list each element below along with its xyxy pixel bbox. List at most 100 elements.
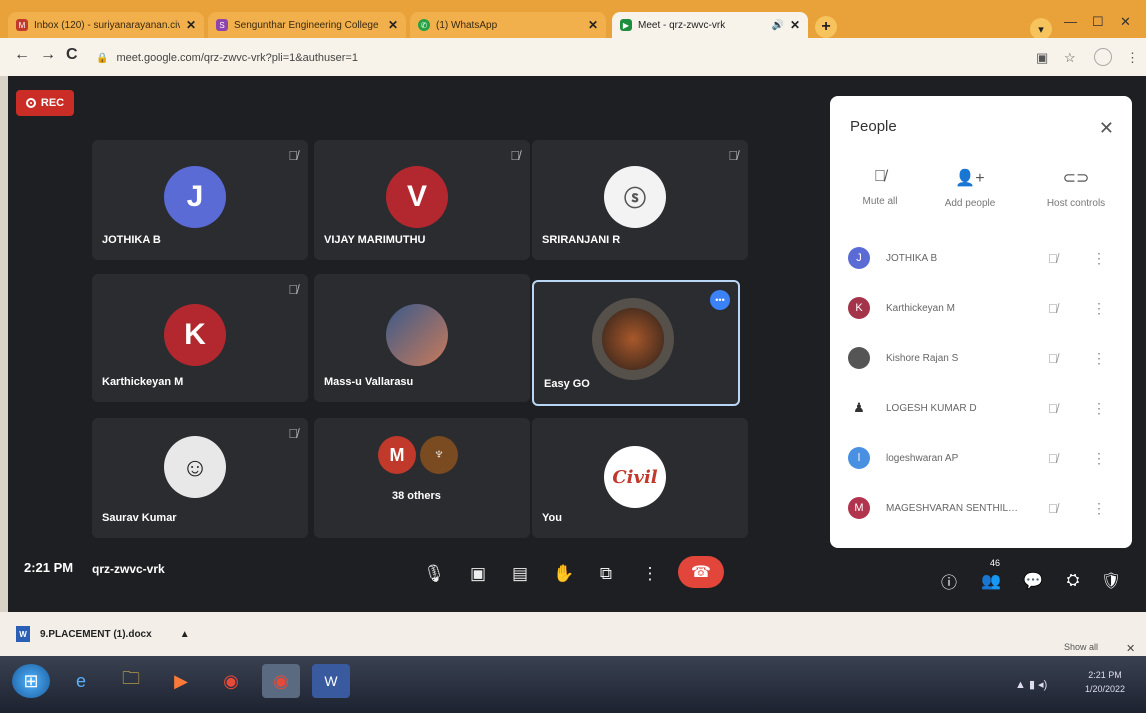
clock-time: 2:21 PM [1088, 670, 1122, 680]
bookmark-star-icon[interactable]: ☆ [1064, 50, 1076, 66]
tab-college[interactable]: S Sengunthar Engineering College ✕ [208, 12, 406, 38]
speaking-indicator-icon: ••• [710, 290, 730, 310]
camera-icon[interactable]: ▣ [462, 558, 494, 590]
avatar: M [378, 436, 416, 474]
participant-tile[interactable]: ⓢ 🎙̸ SRIRANJANI R [532, 140, 748, 260]
panel-title: People [850, 118, 897, 135]
host-controls-button[interactable]: ⊂⊃ Host controls [1026, 168, 1126, 209]
participant-name: SRIRANJANI R [542, 234, 621, 246]
more-options-icon[interactable]: ⋮ [1092, 450, 1106, 467]
participant-row[interactable]: M MAGESHVARAN SENTHIL… 🎙̸ ⋮ [848, 488, 1118, 528]
close-icon[interactable]: ✕ [1126, 642, 1135, 655]
raise-hand-icon[interactable]: ✋ [548, 558, 580, 590]
tab-search-icon[interactable]: ▾ [1030, 18, 1052, 40]
lock-icon[interactable]: 🔒 [96, 53, 108, 64]
tab-inbox[interactable]: M Inbox (120) - suriyanarayanan.civil@gm… [8, 12, 204, 38]
activities-icon[interactable]: ⛭ [1058, 566, 1088, 596]
add-people-button[interactable]: 👤+ Add people [920, 168, 1020, 209]
microphone-icon[interactable]: 🎙 [418, 558, 450, 590]
present-screen-icon[interactable]: ⧉ [590, 558, 622, 590]
mic-off-icon[interactable]: 🎙̸ [1048, 301, 1058, 316]
tab-meet[interactable]: ▶ Meet - qrz-zwvc-vrk 🔊 ✕ [612, 12, 808, 38]
chrome-icon[interactable]: ◉ [212, 664, 250, 698]
chat-icon[interactable]: 💬 [1018, 566, 1048, 596]
participant-row[interactable]: l logeshwaran AP 🎙̸ ⋮ [848, 438, 1118, 478]
media-player-icon[interactable]: ▶ [162, 664, 200, 698]
add-person-icon: 👤+ [955, 170, 985, 187]
tab-whatsapp[interactable]: ✆ (1) WhatsApp ✕ [410, 12, 606, 38]
profile-icon[interactable] [1094, 48, 1112, 66]
chevron-up-icon[interactable]: ▲ [180, 629, 190, 640]
mic-off-icon: 🎙̸ [874, 168, 886, 185]
participant-name: Mass-u Vallarasu [324, 376, 414, 388]
kebab-menu-icon[interactable]: ⋮ [1126, 50, 1139, 66]
internet-explorer-icon[interactable]: e [62, 664, 100, 698]
forward-icon[interactable]: → [40, 46, 56, 64]
participant-tile[interactable]: K 🎙̸ Karthickeyan M [92, 274, 308, 402]
browser-tab-strip: M Inbox (120) - suriyanarayanan.civil@gm… [0, 0, 1146, 40]
participant-tile[interactable]: Mass-u Vallarasu [314, 274, 530, 402]
window-close-icon[interactable]: ✕ [1120, 14, 1131, 30]
app-icon[interactable]: W [312, 664, 350, 698]
new-tab-button[interactable]: + [815, 16, 837, 38]
close-icon[interactable]: ✕ [1099, 118, 1114, 139]
mic-off-icon: 🎙̸ [288, 148, 298, 163]
more-options-icon[interactable]: ⋮ [1092, 350, 1106, 367]
avatar-photo: ☺ [164, 436, 226, 498]
camera-permission-icon[interactable]: ▣ [1036, 50, 1048, 66]
download-item[interactable]: W 9.PLACEMENT (1).docx ▲ [16, 622, 190, 646]
minimize-icon[interactable]: — [1064, 14, 1077, 29]
mute-all-button[interactable]: 🎙̸ Mute all [830, 168, 930, 207]
url-field[interactable]: 🔒 meet.google.com/qrz-zwvc-vrk?pli=1&aut… [96, 47, 1016, 69]
participant-tile[interactable]: ☺ 🎙̸ Saurav Kumar [92, 418, 308, 538]
others-count: 38 others [392, 490, 441, 502]
more-options-icon[interactable]: ⋮ [1092, 250, 1106, 267]
close-icon[interactable]: ✕ [388, 18, 398, 32]
start-button-icon[interactable]: ⊞ [12, 664, 50, 698]
taskbar-clock[interactable]: 2:21 PM 1/20/2022 [1085, 668, 1125, 696]
close-icon[interactable]: ✕ [186, 18, 196, 32]
audio-icon[interactable]: 🔊 [771, 20, 783, 31]
clock-time: 2:21 PM [24, 560, 74, 575]
others-tile[interactable]: M ♆ 38 others [314, 418, 530, 538]
mic-off-icon[interactable]: 🎙̸ [1048, 401, 1058, 416]
mic-off-icon[interactable]: 🎙̸ [1048, 251, 1058, 266]
participant-row[interactable]: ♟ LOGESH KUMAR D 🎙̸ ⋮ [848, 388, 1118, 428]
participant-row[interactable]: K Karthickeyan M 🎙̸ ⋮ [848, 288, 1118, 328]
more-options-icon[interactable]: ⋮ [634, 558, 666, 590]
more-options-icon[interactable]: ⋮ [1092, 300, 1106, 317]
address-bar: ← → C 🔒 meet.google.com/qrz-zwvc-vrk?pli… [0, 38, 1146, 76]
close-icon[interactable]: ✕ [588, 18, 598, 32]
meeting-details-icon[interactable]: ⓘ [934, 566, 964, 596]
mic-off-icon[interactable]: 🎙̸ [1048, 351, 1058, 366]
more-options-icon[interactable]: ⋮ [1092, 500, 1106, 517]
avatar-sketch: ⓢ [604, 166, 666, 228]
reload-icon[interactable]: C [66, 46, 78, 64]
maximize-icon[interactable]: ☐ [1092, 14, 1104, 30]
show-all-button[interactable]: Show all [1064, 642, 1098, 652]
participant-tile[interactable]: V 🎙̸ VIJAY MARIMUTHU [314, 140, 530, 260]
leave-call-button[interactable]: ☎ [678, 556, 724, 588]
people-icon[interactable]: 👥 [976, 566, 1006, 596]
more-options-icon[interactable]: ⋮ [1092, 400, 1106, 417]
participant-row[interactable]: J JOTHIKA B 🎙̸ ⋮ [848, 238, 1118, 278]
mic-off-icon[interactable]: 🎙̸ [1048, 451, 1058, 466]
participant-name: VIJAY MARIMUTHU [324, 234, 426, 246]
system-tray-icons[interactable]: ▲ ▮ ◂) [1015, 678, 1047, 691]
participant-row[interactable]: Kishore Rajan S 🎙̸ ⋮ [848, 338, 1118, 378]
participant-tile[interactable]: J 🎙̸ JOTHIKA B [92, 140, 308, 260]
download-bar: W 9.PLACEMENT (1).docx ▲ Show all ✕ [0, 612, 1146, 656]
file-explorer-icon[interactable]: 🗀 [112, 664, 150, 698]
participant-tile-speaking[interactable]: ••• Easy GO [532, 280, 740, 406]
self-tile[interactable]: Civil You [532, 418, 748, 538]
back-icon[interactable]: ← [14, 46, 30, 64]
avatar: K [848, 297, 870, 319]
mic-off-icon[interactable]: 🎙̸ [1048, 501, 1058, 516]
avatar-logo: Civil [604, 446, 666, 508]
chrome-active-icon[interactable]: ◉ [262, 664, 300, 698]
captions-icon[interactable]: ▤ [504, 558, 536, 590]
avatar: J [164, 166, 226, 228]
close-icon[interactable]: ✕ [790, 18, 800, 32]
host-controls-icon[interactable]: 🛡 [1096, 566, 1126, 596]
participant-name: Easy GO [544, 378, 590, 390]
